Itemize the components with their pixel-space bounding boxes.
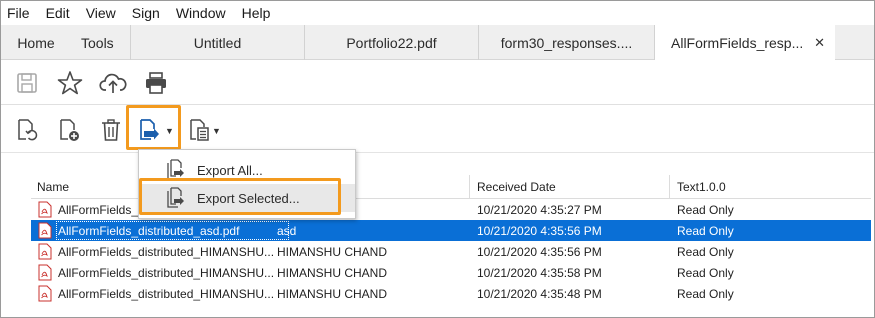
star-icon[interactable] [56, 69, 84, 97]
column-header-name[interactable]: Name [37, 180, 69, 194]
row-filename: AllFormFields_distributed_HIMANSHU... [58, 266, 275, 280]
menu-sign[interactable]: Sign [132, 5, 160, 21]
tab-document[interactable]: Portfolio22.pdf [305, 25, 479, 60]
menu-window[interactable]: Window [176, 5, 226, 21]
column-divider [469, 175, 470, 199]
close-icon[interactable]: ✕ [814, 35, 825, 51]
trash-icon[interactable] [98, 117, 124, 143]
print-icon[interactable] [142, 69, 170, 97]
row-filename: AllFormFields_distributed_HIMANSHU... [58, 287, 275, 301]
tab-active-document[interactable]: AllFormFields_resp... ✕ [655, 25, 835, 61]
menu-edit[interactable]: Edit [46, 5, 70, 21]
app-window: File Edit View Sign Window Help Home Too… [0, 0, 875, 318]
menu-view[interactable]: View [86, 5, 116, 21]
menu-file[interactable]: File [7, 5, 30, 21]
chevron-down-icon[interactable]: ▼ [165, 126, 174, 136]
upload-cloud-icon[interactable] [99, 69, 127, 97]
tab-tools[interactable]: Tools [71, 25, 131, 60]
row-received-date: 10/21/2020 4:35:56 PM [477, 245, 602, 259]
tab-home[interactable]: Home [1, 25, 71, 60]
responses-toolbar: ▼ ▼ [1, 105, 874, 153]
chevron-down-icon[interactable]: ▼ [212, 126, 221, 136]
table-row[interactable]: AllFormFields_distributed_HIMANSHU... HI… [31, 283, 871, 304]
row-author: HIMANSHU CHAND [277, 266, 388, 280]
add-file-icon[interactable] [56, 117, 82, 143]
tab-document[interactable]: form30_responses.... [479, 25, 655, 60]
update-icon[interactable] [14, 117, 40, 143]
pdf-file-icon [38, 243, 52, 260]
column-header-received-date[interactable]: Received Date [477, 180, 556, 194]
pdf-file-icon [38, 201, 52, 218]
row-text-value: Read Only [677, 203, 734, 217]
pdf-file-icon [38, 264, 52, 281]
row-received-date: 10/21/2020 4:35:58 PM [477, 266, 602, 280]
menu-item-label: Export All... [197, 162, 263, 178]
menu-help[interactable]: Help [242, 5, 271, 21]
table-row[interactable]: AllFormFields_distributed_HIMANSHU... HI… [31, 262, 871, 283]
table-row-selected[interactable]: AllFormFields_distributed_asd.pdf asd 10… [31, 220, 871, 241]
row-author: asd [277, 224, 297, 238]
column-header-text1[interactable]: Text1.0.0 [677, 180, 726, 194]
row-filename: AllFormFields_d [58, 203, 145, 217]
table-row[interactable]: AllFormFields_distributed_HIMANSHU... HI… [31, 241, 871, 262]
row-filename: AllFormFields_distributed_asd.pdf [58, 224, 240, 238]
export-icon[interactable] [136, 117, 162, 143]
pdf-file-icon [38, 222, 52, 239]
tab-document[interactable]: Untitled [131, 25, 305, 60]
row-text-value: Read Only [677, 287, 734, 301]
row-text-value: Read Only [677, 266, 734, 280]
pdf-file-icon [38, 285, 52, 302]
tab-bar: Home Tools Untitled Portfolio22.pdf form… [1, 25, 874, 61]
row-received-date: 10/21/2020 4:35:48 PM [477, 287, 602, 301]
row-received-date: 10/21/2020 4:35:56 PM [477, 224, 602, 238]
row-author: HIMANSHU CHAND [277, 245, 388, 259]
row-author: HIMANSHU CHAND [277, 287, 388, 301]
row-received-date: 10/21/2020 4:35:27 PM [477, 203, 602, 217]
document-options-icon[interactable] [186, 117, 212, 143]
row-text-value: Read Only [677, 245, 734, 259]
menu-bar: File Edit View Sign Window Help [1, 1, 874, 25]
row-text-value: Read Only [677, 224, 734, 238]
main-toolbar [1, 61, 874, 105]
export-selected-highlight [139, 178, 341, 215]
row-filename: AllFormFields_distributed_HIMANSHU... [58, 245, 275, 259]
save-icon[interactable] [13, 69, 41, 97]
column-divider [669, 175, 670, 199]
tab-label: AllFormFields_resp... [671, 35, 804, 51]
